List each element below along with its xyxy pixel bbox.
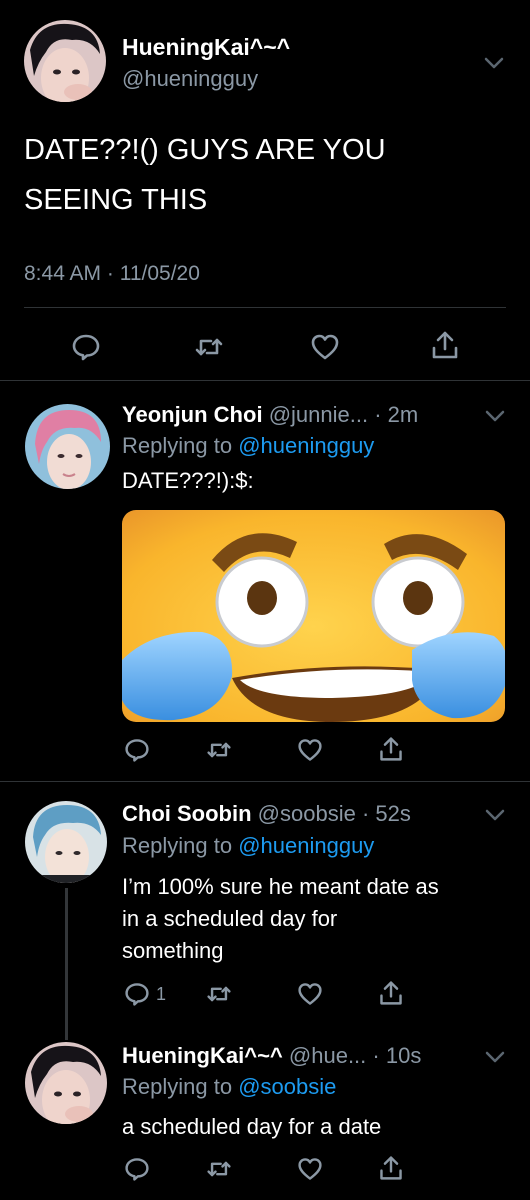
tweet-text-line-1: DATE??!() GUYS ARE YOU xyxy=(24,134,386,166)
share-icon[interactable] xyxy=(430,330,460,360)
reply-icon[interactable] xyxy=(71,332,101,362)
reply-header: HueningKai^~^ @hue... · 10s xyxy=(122,1043,421,1069)
main-tweet: HueningKai^~^ @hueningguy DATE??!() GUYS… xyxy=(0,0,530,380)
reply-header: Yeonjun Choi @junnie... · 2m xyxy=(122,402,418,428)
retweet-icon[interactable] xyxy=(194,332,224,362)
share-icon[interactable] xyxy=(378,736,404,762)
reply-icon[interactable] xyxy=(124,737,150,763)
chevron-down-icon[interactable] xyxy=(484,808,506,822)
heart-icon[interactable] xyxy=(297,981,323,1007)
divider xyxy=(24,307,506,308)
share-icon[interactable] xyxy=(378,980,404,1006)
replying-label: Replying to xyxy=(122,833,233,858)
avatar[interactable] xyxy=(25,801,107,883)
replying-to-link[interactable]: @soobsie xyxy=(238,1074,336,1099)
thread-line xyxy=(65,888,68,1040)
reply-icon[interactable] xyxy=(124,1156,150,1182)
reply-text-line-3: something xyxy=(122,938,224,963)
replying-label: Replying to xyxy=(122,433,233,458)
heart-icon[interactable] xyxy=(297,1156,323,1182)
replying-to: Replying to @hueningguy xyxy=(122,833,374,859)
replying-to-link[interactable]: @hueningguy xyxy=(238,833,374,858)
avatar[interactable] xyxy=(25,404,110,489)
reply-text: a scheduled day for a date xyxy=(122,1114,382,1139)
reply-text: DATE???!):$: xyxy=(122,468,254,493)
heart-icon[interactable] xyxy=(297,737,323,763)
reply-text-line-1: I’m 100% sure he meant date as xyxy=(122,874,439,899)
attached-image[interactable] xyxy=(122,510,505,722)
time[interactable]: · 2m xyxy=(374,402,418,427)
replying-to: Replying to @hueningguy xyxy=(122,433,374,459)
tweet-text-line-2: SEEING THIS xyxy=(24,184,208,216)
heart-icon[interactable] xyxy=(310,332,340,362)
timestamp[interactable]: 8:44 AM · 11/05/20 xyxy=(24,262,200,286)
chevron-down-icon[interactable] xyxy=(484,409,506,423)
time[interactable]: · 10s xyxy=(372,1043,421,1068)
display-name[interactable]: HueningKai^~^ xyxy=(122,34,290,61)
handle[interactable]: @hueningguy xyxy=(122,66,258,92)
replying-to-link[interactable]: @hueningguy xyxy=(238,433,374,458)
handle[interactable]: @junnie... xyxy=(269,402,368,427)
retweet-icon[interactable] xyxy=(206,1156,232,1182)
avatar[interactable] xyxy=(24,20,106,102)
reply-header: Choi Soobin @soobsie · 52s xyxy=(122,801,411,827)
reply-tweet: Yeonjun Choi @junnie... · 2m Replying to… xyxy=(0,381,530,781)
reply-tweet: HueningKai^~^ @hue... · 10s Replying to … xyxy=(0,1022,530,1200)
handle[interactable]: @hue... xyxy=(289,1043,366,1068)
retweet-icon[interactable] xyxy=(206,737,232,763)
chevron-down-icon[interactable] xyxy=(484,1050,506,1064)
display-name[interactable]: Choi Soobin xyxy=(122,801,252,826)
display-name[interactable]: Yeonjun Choi xyxy=(122,402,263,427)
display-name[interactable]: HueningKai^~^ xyxy=(122,1043,283,1068)
share-icon[interactable] xyxy=(378,1155,404,1181)
reply-icon[interactable] xyxy=(124,981,150,1007)
avatar[interactable] xyxy=(25,1042,107,1124)
replying-to: Replying to @soobsie xyxy=(122,1074,336,1100)
reply-text-line-2: in a scheduled day for xyxy=(122,906,338,931)
replying-label: Replying to xyxy=(122,1074,233,1099)
laughing-crying-emoji-image xyxy=(122,510,505,722)
reply-tweet: Choi Soobin @soobsie · 52s Replying to @… xyxy=(0,782,530,1040)
chevron-down-icon[interactable] xyxy=(483,56,505,70)
handle[interactable]: @soobsie xyxy=(258,801,356,826)
retweet-icon[interactable] xyxy=(206,981,232,1007)
time[interactable]: · 52s xyxy=(362,801,411,826)
reply-count: 1 xyxy=(156,984,167,1004)
